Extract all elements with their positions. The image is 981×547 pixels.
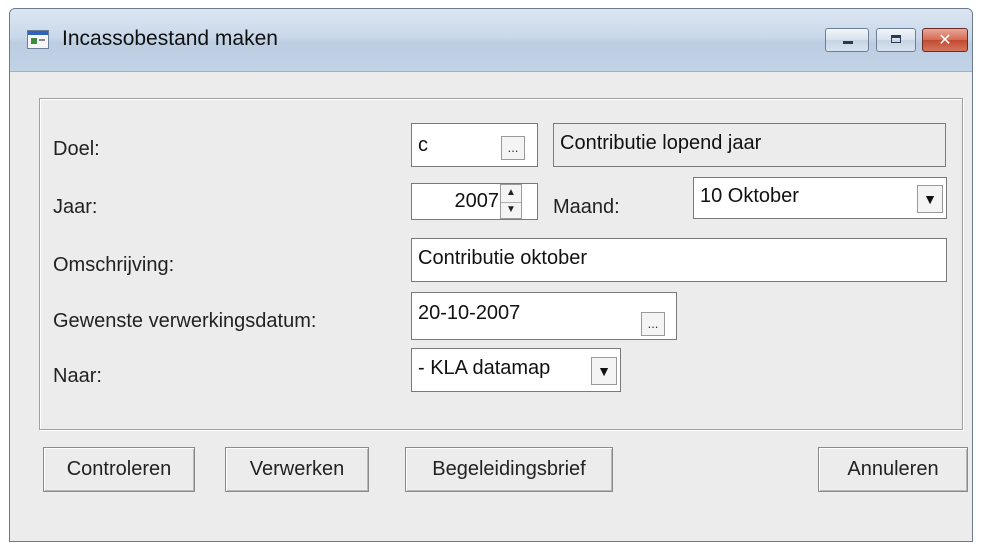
close-button[interactable]: ✕ (922, 28, 968, 52)
verwerkingsdatum-value: 20-10-2007 (418, 302, 521, 324)
verwerkingsdatum-input[interactable]: 20-10-2007 (411, 292, 677, 340)
maximize-button[interactable] (876, 28, 916, 52)
application-icon (27, 30, 49, 49)
naar-dropdown[interactable]: - KLA datamap (411, 348, 621, 392)
title-bar[interactable]: Incassobestand maken ✕ (10, 9, 972, 72)
minimize-button[interactable] (825, 28, 869, 52)
date-picker-button[interactable]: ... (641, 312, 665, 336)
naar-dropdown-arrow-icon[interactable]: ▼ (591, 357, 617, 385)
verwerkingsdatum-label: Gewenste verwerkingsdatum: (53, 310, 317, 332)
spin-down-icon[interactable]: ▼ (501, 202, 521, 219)
doel-description-field: Contributie lopend jaar (553, 123, 946, 167)
dialog-client-area: Doel: c ... Contributie lopend jaar Jaar… (10, 72, 972, 541)
naar-value: - KLA datamap (418, 357, 551, 379)
annuleren-button[interactable]: Annuleren (818, 447, 968, 492)
maximize-icon (891, 35, 901, 43)
omschrijving-value: Contributie oktober (418, 247, 587, 269)
minimize-icon (843, 41, 853, 44)
verwerken-button[interactable]: Verwerken (225, 447, 369, 492)
jaar-value: 2007 (454, 190, 500, 212)
jaar-spinner[interactable]: ▲ ▼ (500, 184, 522, 219)
naar-label: Naar: (53, 365, 102, 387)
doel-label: Doel: (53, 138, 100, 160)
doel-description-value: Contributie lopend jaar (560, 132, 762, 154)
maand-value: 10 Oktober (700, 185, 799, 207)
doel-browse-button[interactable]: ... (501, 136, 525, 160)
window-title: Incassobestand maken (62, 27, 278, 50)
maand-label: Maand: (553, 196, 620, 218)
close-icon: ✕ (938, 30, 952, 49)
doel-code-value: c (418, 134, 428, 156)
spin-up-icon[interactable]: ▲ (501, 185, 521, 203)
omschrijving-label: Omschrijving: (53, 254, 175, 276)
omschrijving-input[interactable]: Contributie oktober (411, 238, 947, 282)
dialog-window: Incassobestand maken ✕ Doel: c ... Contr… (9, 8, 973, 542)
controleren-button[interactable]: Controleren (43, 447, 195, 492)
jaar-label: Jaar: (53, 196, 98, 218)
maand-dropdown[interactable]: 10 Oktober (693, 177, 947, 219)
maand-dropdown-arrow-icon[interactable]: ▼ (917, 185, 943, 213)
begeleidingsbrief-button[interactable]: Begeleidingsbrief (405, 447, 613, 492)
